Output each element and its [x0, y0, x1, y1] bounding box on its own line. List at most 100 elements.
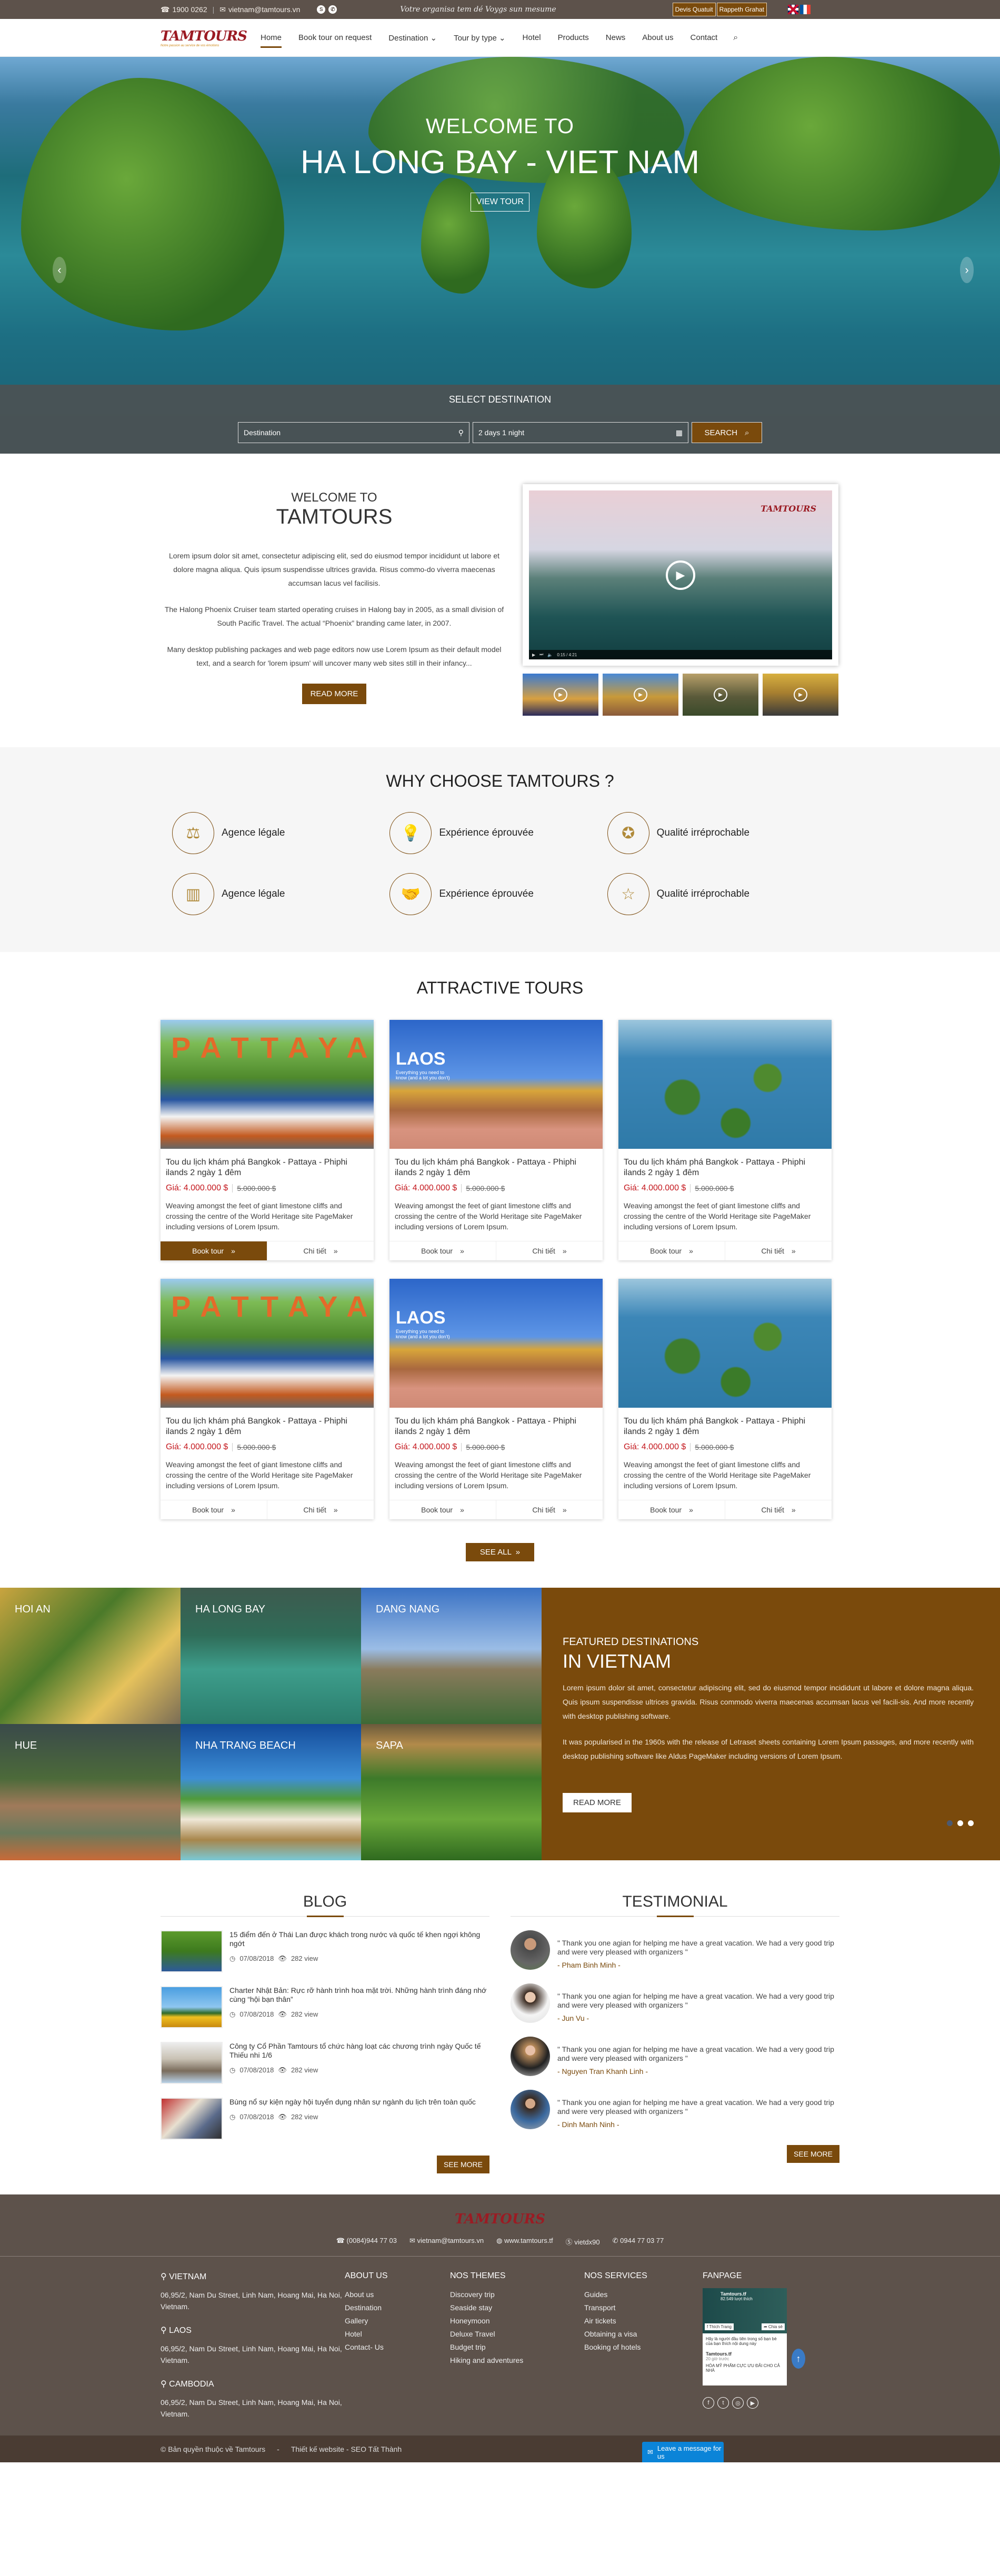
tour-title[interactable]: Tou du lịch khám phá Bangkok - Pattaya -… — [624, 1157, 826, 1178]
instagram-icon[interactable]: ◎ — [732, 2397, 744, 2409]
destination-tile[interactable]: NHA TRANG BEACH — [181, 1724, 361, 1860]
footer-link[interactable]: Transport — [584, 2301, 703, 2314]
destination-tile[interactable]: HOI AN — [0, 1588, 181, 1724]
search-icon[interactable]: ⌕ — [733, 33, 738, 43]
read-more-button[interactable]: READ MORE — [302, 684, 367, 704]
blog-post-title[interactable]: Charter Nhật Bản: Rực rỡ hành trình hoa … — [229, 1986, 489, 2004]
featured-read-more-button[interactable]: READ MORE — [563, 1793, 632, 1812]
footer-link[interactable]: Budget trip — [450, 2341, 584, 2354]
footer-link[interactable]: About us — [345, 2288, 450, 2301]
blog-see-more-button[interactable]: SEE MORE — [437, 2156, 489, 2173]
designer-credit[interactable]: Thiết kế website - SEO Tất Thành — [291, 2445, 402, 2453]
search-button[interactable]: SEARCH ⌕ — [692, 422, 762, 443]
topbar-email[interactable]: ✉ vietnam@tamtours.vn — [219, 5, 300, 14]
footer-skype[interactable]: Ⓢ vietdx90 — [566, 2237, 600, 2247]
book-tour-button[interactable]: Book tour » — [161, 1241, 267, 1260]
tour-image[interactable] — [618, 1020, 832, 1149]
footer-link[interactable]: Contact- Us — [345, 2341, 450, 2354]
footer-link[interactable]: Guides — [584, 2288, 703, 2301]
tour-title[interactable]: Tou du lịch khám phá Bangkok - Pattaya -… — [395, 1157, 597, 1178]
video-player[interactable]: TAMTOURS ▶ ▶ ⏭ 🔈 0:15 / 4:21 — [523, 484, 838, 666]
quote-button[interactable]: Devis Quatuit — [672, 3, 716, 16]
blog-thumbnail[interactable] — [161, 1986, 223, 2028]
blog-thumbnail[interactable] — [161, 2098, 223, 2140]
fb-like-button[interactable]: f Thích Trang — [705, 2323, 734, 2330]
destination-input[interactable]: Destination ⚲ — [238, 422, 469, 443]
video-thumbnail[interactable]: ▶ — [603, 674, 678, 716]
slider-dot[interactable] — [968, 1820, 974, 1826]
tour-image[interactable]: LAOS Everything you need to know (and a l… — [389, 1279, 603, 1408]
tour-detail-button[interactable]: Chi tiết » — [267, 1241, 374, 1260]
destination-tile[interactable]: DANG NANG — [361, 1588, 542, 1724]
book-tour-button[interactable]: Book tour » — [389, 1500, 496, 1519]
nav-item-book-tour-on-request[interactable]: Book tour on request — [298, 31, 372, 45]
footer-link[interactable]: Seaside stay — [450, 2301, 584, 2314]
slider-dot[interactable] — [947, 1820, 953, 1826]
tour-detail-button[interactable]: Chi tiết » — [725, 1500, 832, 1519]
see-all-button[interactable]: SEE ALL » — [466, 1543, 534, 1561]
footer-link[interactable]: Air tickets — [584, 2314, 703, 2328]
destination-tile[interactable]: HUE — [0, 1724, 181, 1860]
blog-post-title[interactable]: 15 điểm đến ở Thái Lan được khách trong … — [229, 1930, 489, 1948]
tour-image[interactable] — [618, 1279, 832, 1408]
tour-detail-button[interactable]: Chi tiết » — [725, 1241, 832, 1260]
tour-title[interactable]: Tou du lịch khám phá Bangkok - Pattaya -… — [395, 1416, 597, 1437]
footer-link[interactable]: Hiking and adventures — [450, 2354, 584, 2367]
book-tour-button[interactable]: Book tour » — [389, 1241, 496, 1260]
tour-title[interactable]: Tou du lịch khám phá Bangkok - Pattaya -… — [166, 1157, 368, 1178]
youtube-icon[interactable]: ▶ — [747, 2397, 758, 2409]
back-to-top-icon[interactable]: ↑ — [792, 2349, 805, 2369]
topbar-phone[interactable]: ☎ 1900 0262 — [161, 5, 207, 14]
footer-link[interactable]: Obtaining a visa — [584, 2328, 703, 2341]
blog-thumbnail[interactable] — [161, 1930, 223, 1972]
footer-email[interactable]: ✉ vietnam@tamtours.vn — [409, 2237, 484, 2247]
slider-dot[interactable] — [957, 1820, 963, 1826]
duration-select[interactable]: 2 days 1 night ▦ — [473, 422, 688, 443]
tour-detail-button[interactable]: Chi tiết » — [496, 1241, 603, 1260]
footer-link[interactable]: Discovery trip — [450, 2288, 584, 2301]
tour-title[interactable]: Tou du lịch khám phá Bangkok - Pattaya -… — [166, 1416, 368, 1437]
fb-share-button[interactable]: ➦ Chia sẻ — [761, 2323, 785, 2330]
facebook-page-widget[interactable]: Tamtours.tf 82.549 lượt thích f Thích Tr… — [703, 2288, 787, 2385]
blog-thumbnail[interactable] — [161, 2042, 223, 2084]
book-tour-button[interactable]: Book tour » — [618, 1500, 725, 1519]
tour-image[interactable]: LAOS Everything you need to know (and a l… — [389, 1020, 603, 1149]
nav-item-about-us[interactable]: About us — [642, 31, 673, 45]
book-tour-button[interactable]: Book tour » — [618, 1241, 725, 1260]
slider-next-arrow-icon[interactable]: › — [960, 257, 974, 283]
nav-item-tour-by-type[interactable]: Tour by type ⌄ — [454, 31, 505, 45]
destination-tile[interactable]: HA LONG BAY — [181, 1588, 361, 1724]
next-icon[interactable]: ⏭ — [539, 652, 543, 657]
footer-link[interactable]: Gallery — [345, 2314, 450, 2328]
footer-link[interactable]: Destination — [345, 2301, 450, 2314]
nav-item-products[interactable]: Products — [558, 31, 589, 45]
footer-link[interactable]: Honeymoon — [450, 2314, 584, 2328]
volume-icon[interactable]: 🔈 — [547, 653, 553, 657]
footer-whatsapp[interactable]: ✆ 0944 77 03 77 — [613, 2237, 664, 2247]
footer-link[interactable]: Deluxe Travel — [450, 2328, 584, 2341]
tour-image[interactable]: PATTAYA — [161, 1020, 374, 1149]
skype-icon[interactable]: S — [317, 5, 326, 14]
blog-post-title[interactable]: Công ty Cổ Phần Tamtours tổ chức hàng lo… — [229, 2042, 489, 2060]
nav-item-news[interactable]: News — [606, 31, 626, 45]
nav-item-contact[interactable]: Contact — [691, 31, 718, 45]
nav-item-home[interactable]: Home — [261, 31, 282, 48]
facebook-icon[interactable]: f — [703, 2397, 714, 2409]
video-thumbnail[interactable]: ▶ — [763, 674, 838, 716]
whatsapp-icon[interactable]: ✆ — [328, 5, 337, 14]
france-flag-icon[interactable] — [800, 5, 811, 14]
tour-title[interactable]: Tou du lịch khám phá Bangkok - Pattaya -… — [624, 1416, 826, 1437]
play-icon[interactable]: ▶ — [666, 560, 695, 590]
tour-detail-button[interactable]: Chi tiết » — [496, 1500, 603, 1519]
footer-phone[interactable]: ☎ (0084)944 77 03 — [336, 2237, 397, 2247]
nav-item-destination[interactable]: Destination ⌄ — [388, 31, 437, 45]
twitter-icon[interactable]: t — [717, 2397, 729, 2409]
blog-post-title[interactable]: Bùng nổ sự kiện ngày hội tuyển dụng nhân… — [229, 2098, 476, 2107]
testimonial-see-more-button[interactable]: SEE MORE — [787, 2145, 839, 2163]
leave-message-button[interactable]: ✉ Leave a message for us — [642, 2442, 724, 2462]
callback-button[interactable]: Rappeth Grahat — [716, 3, 767, 16]
footer-link[interactable]: Hotel — [345, 2328, 450, 2341]
tour-detail-button[interactable]: Chi tiết » — [267, 1500, 374, 1519]
logo[interactable]: TAMTOURS Notre passion au service de vos… — [161, 28, 261, 47]
tour-image[interactable]: PATTAYA — [161, 1279, 374, 1408]
